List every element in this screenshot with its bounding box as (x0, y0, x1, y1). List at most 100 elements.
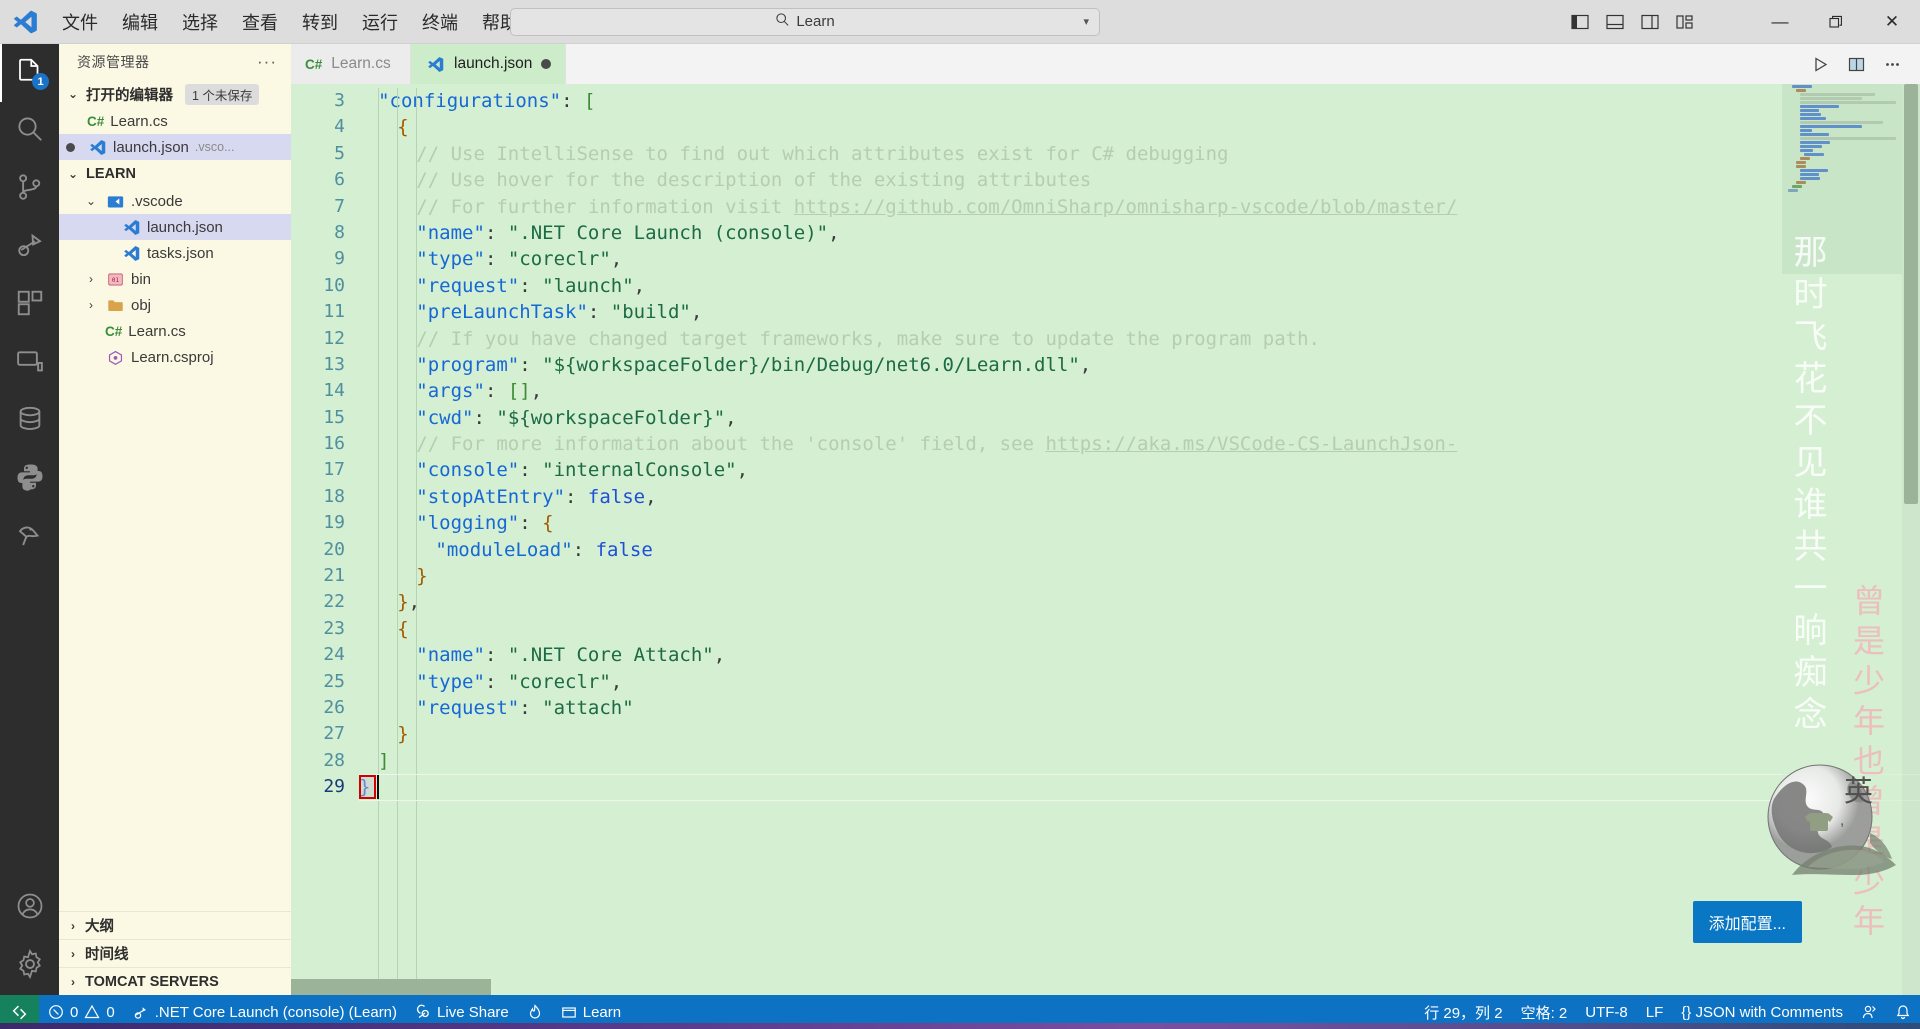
run-icon[interactable] (1804, 48, 1836, 80)
code-line[interactable]: // Use hover for the description of the … (359, 167, 1920, 193)
more-actions-icon[interactable] (1876, 48, 1908, 80)
live-share-label: Live Share (437, 1003, 509, 1021)
menu-item-6[interactable]: 终端 (410, 0, 470, 43)
horizontal-scrollbar[interactable] (291, 979, 1782, 995)
file-tree-item--vscode[interactable]: ⌄ .vscode (59, 188, 291, 214)
menu-item-5[interactable]: 运行 (350, 0, 410, 43)
activity-bar-item-accounts[interactable] (0, 879, 59, 937)
file-tree-item-tasks-json[interactable]: tasks.json (59, 240, 291, 266)
line-number: 16 (323, 433, 345, 455)
activity-bar-item-search[interactable] (0, 102, 59, 160)
activity-bar-item-manage[interactable] (0, 937, 59, 995)
activity-bar-item-tomcat[interactable] (0, 508, 59, 566)
code-line[interactable]: "request": "attach" (359, 695, 1920, 721)
code-token: , (633, 274, 646, 297)
horizontal-scrollbar-thumb[interactable] (291, 979, 491, 995)
activity-bar-item-python[interactable] (0, 450, 59, 508)
menu-item-4[interactable]: 转到 (290, 0, 350, 43)
editor-tab-Learn-cs[interactable]: C# Learn.cs (291, 44, 411, 84)
file-tree-item-bin[interactable]: › 01 bin (59, 266, 291, 292)
restore-icon[interactable] (1808, 0, 1864, 44)
editor-tab-launch-json[interactable]: launch.json (411, 44, 567, 84)
flame-icon (529, 1004, 540, 1019)
sidebar-more-actions-icon[interactable]: ··· (257, 52, 277, 72)
code-line[interactable]: }, (359, 589, 1920, 615)
code-line[interactable]: // Use IntelliSense to find out which at… (359, 141, 1920, 167)
tab-dirty-indicator[interactable] (541, 59, 552, 69)
code-line[interactable]: // For further information visit https:/… (359, 194, 1920, 220)
code-line[interactable]: "console": "internalConsole", (359, 457, 1920, 483)
code-line[interactable]: "program": "${workspaceFolder}/bin/Debug… (359, 352, 1920, 378)
command-center[interactable]: Learn ▾ (510, 7, 1100, 36)
minimap[interactable] (1782, 84, 1902, 995)
file-tree-item-Learn-csproj[interactable]: Learn.csproj (59, 344, 291, 370)
code-line[interactable]: "args": [], (359, 378, 1920, 404)
section-workspace[interactable]: ⌄ LEARN (59, 160, 291, 188)
menu-item-1[interactable]: 编辑 (110, 0, 170, 43)
minimize-icon[interactable]: — (1752, 0, 1808, 44)
code-line[interactable]: } (359, 563, 1920, 589)
open-editor-item[interactable]: C# Learn.cs (59, 108, 291, 134)
code-line[interactable]: "cwd": "${workspaceFolder}", (359, 405, 1920, 431)
sidebar-title: 资源管理器 ··· (59, 44, 291, 80)
split-editor-icon[interactable] (1840, 48, 1872, 80)
code-line[interactable]: "stopAtEntry": false, (359, 484, 1920, 510)
file-tree-item-Learn-cs[interactable]: C# Learn.cs (59, 318, 291, 344)
code-line[interactable]: "logging": { (359, 510, 1920, 536)
code-line[interactable]: "name": ".NET Core Launch (console)", (359, 220, 1920, 246)
code-line[interactable]: "type": "coreclr", (359, 669, 1920, 695)
debug-icon (15, 230, 45, 265)
code-token: : (484, 644, 508, 667)
code-editor[interactable]: 3 4 5 6 7 8 9 10 11 12 13 14 15 16 17 18 19 20 21 22 23 24 25 2… (291, 84, 1920, 995)
line-number: 29 (323, 776, 345, 798)
file-tree-item-launch-json[interactable]: launch.json (59, 214, 291, 240)
vertical-scrollbar-thumb[interactable] (1904, 84, 1918, 504)
code-token: , (408, 591, 421, 614)
code-line[interactable]: "moduleLoad": false (359, 537, 1920, 563)
code-line[interactable]: "name": ".NET Core Attach", (359, 642, 1920, 668)
toggle-primary-sidebar-icon[interactable] (1565, 7, 1595, 37)
overview-ruler[interactable] (1902, 84, 1920, 995)
toggle-panel-icon[interactable] (1600, 7, 1630, 37)
minimap-slider[interactable] (1782, 84, 1902, 274)
close-icon[interactable]: ✕ (1864, 0, 1920, 44)
open-editor-item[interactable]: launch.json .vsco... (59, 134, 291, 160)
code-line[interactable]: "type": "coreclr", (359, 246, 1920, 272)
section-open-editors[interactable]: ⌄ 打开的编辑器 1 个未保存 (59, 80, 291, 108)
chevron-right-icon[interactable]: › (83, 298, 99, 312)
code-line[interactable]: ] (359, 748, 1920, 774)
activity-bar-item-explorer[interactable]: 1 (0, 44, 59, 102)
activity-bar-item-remote-explorer[interactable] (0, 334, 59, 392)
code-line[interactable]: { (359, 114, 1920, 140)
menu-item-2[interactable]: 选择 (170, 0, 230, 43)
menu-item-3[interactable]: 查看 (230, 0, 290, 43)
activity-bar-item-source-control[interactable] (0, 160, 59, 218)
activity-bar-item-run-and-debug[interactable] (0, 218, 59, 276)
code-line[interactable]: // If you have changed target frameworks… (359, 326, 1920, 352)
code-content[interactable]: "configurations": [{// Use IntelliSense … (359, 84, 1920, 995)
chevron-right-icon[interactable]: › (83, 272, 99, 286)
code-line[interactable]: // For more information about the 'conso… (359, 431, 1920, 457)
customize-layout-icon[interactable] (1670, 7, 1700, 37)
workspace-label: LEARN (86, 166, 136, 182)
sidebar-section-时间线[interactable]: › 时间线 (59, 939, 291, 967)
chevron-down-icon[interactable]: ⌄ (83, 194, 99, 208)
toggle-secondary-sidebar-icon[interactable] (1635, 7, 1665, 37)
code-line[interactable]: "configurations": [ (359, 88, 1920, 114)
code-token: "moduleLoad" (435, 538, 573, 561)
code-line[interactable]: } (359, 721, 1920, 747)
activity-bar-item-extensions[interactable] (0, 276, 59, 334)
chevron-down-icon[interactable]: ▾ (1083, 15, 1089, 28)
file-tree-item-obj[interactable]: › obj (59, 292, 291, 318)
add-configuration-button[interactable]: 添加配置... (1692, 901, 1802, 943)
code-line[interactable]: "preLaunchTask": "build", (359, 299, 1920, 325)
search-input[interactable]: Learn ▾ (510, 7, 1100, 36)
code-line[interactable]: "request": "launch", (359, 273, 1920, 299)
activity-bar-item-database[interactable] (0, 392, 59, 450)
live-share-icon (416, 1004, 429, 1019)
sidebar-section-大纲[interactable]: › 大纲 (59, 911, 291, 939)
menu-item-0[interactable]: 文件 (50, 0, 110, 43)
sidebar-section-TOMCAT SERVERS[interactable]: › TOMCAT SERVERS (59, 967, 291, 995)
csharp-icon: C# (87, 113, 105, 129)
code-line[interactable]: { (359, 616, 1920, 642)
